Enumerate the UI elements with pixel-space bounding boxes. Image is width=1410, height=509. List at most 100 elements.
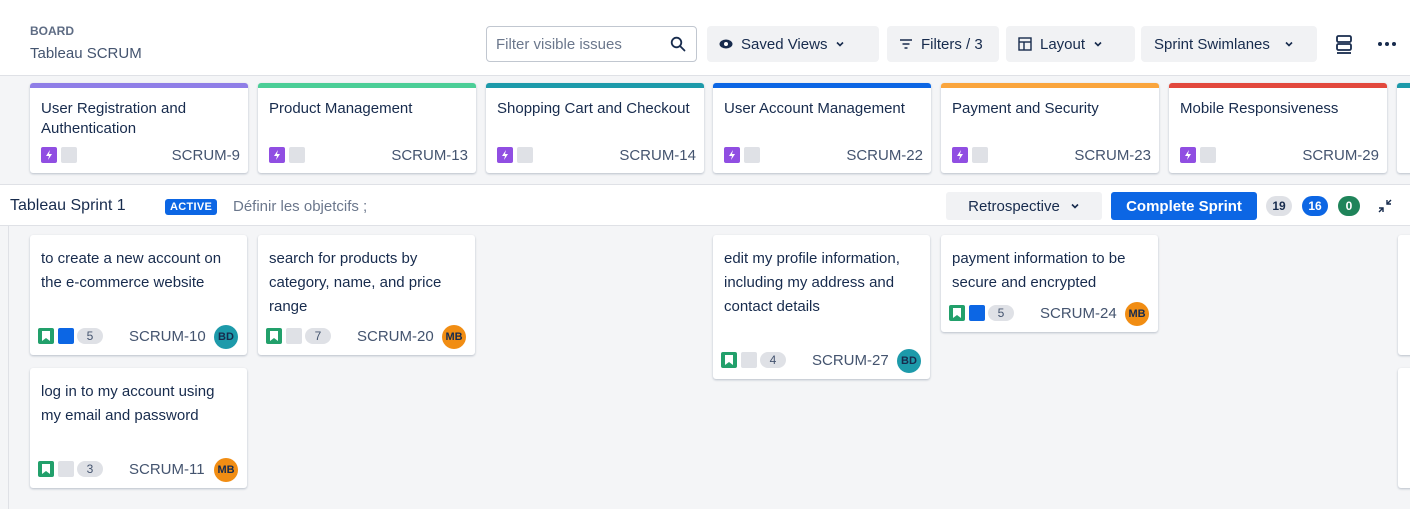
epic-card[interactable]: Mobile Responsiveness SCRUM-29 [1169,83,1387,173]
column-divider [8,226,9,509]
epic-color-bar [258,83,476,88]
epic-card[interactable]: User Account Management SCRUM-22 [713,83,931,173]
story-icon [266,328,282,344]
issue-key[interactable]: SCRUM-20 [357,328,434,345]
issue-summary: log in to my account using my email and … [41,383,215,424]
story-icon [949,305,965,321]
saved-views-label: Saved Views [741,35,828,53]
epic-key[interactable]: SCRUM-13 [391,147,468,164]
filters-button[interactable]: Filters / 3 [887,26,999,62]
board-title: Tableau SCRUM [30,45,142,62]
epic-card[interactable]: Shopping Cart and Checkout SCRUM-14 [486,83,704,173]
status-chip [58,461,74,477]
epic-card[interactable]: User Registration and Authentication SCR… [30,83,248,173]
assignee-avatar[interactable]: MB [1125,302,1149,326]
retrospective-button[interactable]: Retrospective [946,192,1102,220]
issue-card[interactable]: to create a new account on the e-commerc… [30,235,247,355]
chevron-down-icon [835,39,845,49]
epic-key[interactable]: SCRUM-14 [619,147,696,164]
search-field[interactable] [486,26,697,62]
epic-key[interactable]: SCRUM-22 [846,147,923,164]
search-icon[interactable] [670,36,686,52]
layout-icon [1018,37,1032,51]
epic-lightning-icon [41,147,57,163]
chevron-down-icon [1093,39,1103,49]
issue-summary: to create a new account on the e-commerc… [41,250,222,291]
issue-card-partial[interactable] [1398,368,1410,488]
issue-key[interactable]: SCRUM-24 [1040,305,1117,322]
swimlanes-button[interactable]: Sprint Swimlanes [1141,26,1317,62]
saved-views-button[interactable]: Saved Views [707,26,879,62]
filters-label: Filters / 3 [921,35,983,53]
layout-button[interactable]: Layout [1006,26,1135,62]
issue-card[interactable]: edit my profile information, including m… [713,235,930,379]
assignee-avatar[interactable]: MB [214,458,238,482]
board-header: BOARD Tableau SCRUM Saved Views Filters … [0,0,1410,76]
issue-summary: search for products by category, name, a… [269,250,442,315]
sprint-name: Tableau Sprint 1 [10,197,126,214]
board-columns: to create a new account on the e-commerc… [0,226,1410,509]
assignee-avatar[interactable]: BD [214,325,238,349]
epic-title: Payment and Security [952,100,1099,117]
epic-lightning-icon [269,147,285,163]
sprint-status-badge: ACTIVE [165,199,218,215]
epic-status-chip [289,147,305,163]
epic-header-row: User Registration and Authentication SCR… [0,76,1410,184]
status-chip [969,305,985,321]
swimlanes-label: Sprint Swimlanes [1154,35,1270,53]
issue-key[interactable]: SCRUM-27 [812,352,889,369]
issue-card[interactable]: search for products by category, name, a… [258,235,475,355]
epic-title: Shopping Cart and Checkout [497,100,690,117]
story-icon [721,352,737,368]
story-points-badge: 4 [760,352,786,368]
story-points-badge: 5 [988,305,1014,321]
epic-key[interactable]: SCRUM-29 [1302,147,1379,164]
issue-key[interactable]: SCRUM-11 [129,461,205,478]
chevron-down-icon [1071,203,1079,209]
epic-color-bar [713,83,931,88]
todo-count-badge: 19 [1266,196,1292,216]
epic-lightning-icon [497,147,513,163]
issue-key[interactable]: SCRUM-10 [129,328,206,345]
issue-summary: payment information to be secure and enc… [952,250,1126,291]
story-icon [38,328,54,344]
filter-icon [899,38,913,50]
epic-title: User Account Management [724,100,905,117]
story-points-badge: 7 [305,328,331,344]
epic-status-chip [61,147,77,163]
chevron-down-icon [1284,39,1294,49]
stack-icon [1336,35,1352,54]
collapse-icon[interactable] [1376,197,1394,215]
more-actions-button[interactable] [1369,26,1405,62]
epic-color-bar [30,83,248,88]
epic-color-bar [1169,83,1387,88]
sprint-goals[interactable]: Définir les objetcifs ; [233,198,367,215]
search-input[interactable] [487,27,667,61]
eye-icon [719,37,733,51]
complete-sprint-button[interactable]: Complete Sprint [1111,192,1257,220]
story-icon [38,461,54,477]
epic-card-partial[interactable] [1397,83,1410,173]
in-progress-count-badge: 16 [1302,196,1328,216]
breadcrumb[interactable]: BOARD [30,24,74,38]
epic-lightning-icon [1180,147,1196,163]
board-page: BOARD Tableau SCRUM Saved Views Filters … [0,0,1410,509]
epic-key[interactable]: SCRUM-9 [172,147,240,164]
epic-lightning-icon [952,147,968,163]
assignee-avatar[interactable]: BD [897,349,921,373]
epic-card[interactable]: Payment and Security SCRUM-23 [941,83,1159,173]
density-toggle-button[interactable] [1327,26,1361,62]
epic-card[interactable]: Product Management SCRUM-13 [258,83,476,173]
layout-label: Layout [1040,35,1086,53]
epic-color-bar [941,83,1159,88]
epic-key[interactable]: SCRUM-23 [1074,147,1151,164]
sprint-header: Tableau Sprint 1 ACTIVE Définir les obje… [0,184,1410,226]
issue-card[interactable]: log in to my account using my email and … [30,368,247,488]
epic-title: Mobile Responsiveness [1180,100,1339,117]
status-chip [58,328,74,344]
issue-card[interactable]: payment information to be secure and enc… [941,235,1158,332]
assignee-avatar[interactable]: MB [442,325,466,349]
done-count-badge: 0 [1338,196,1360,216]
issue-card-partial[interactable] [1398,235,1410,355]
epic-status-chip [744,147,760,163]
